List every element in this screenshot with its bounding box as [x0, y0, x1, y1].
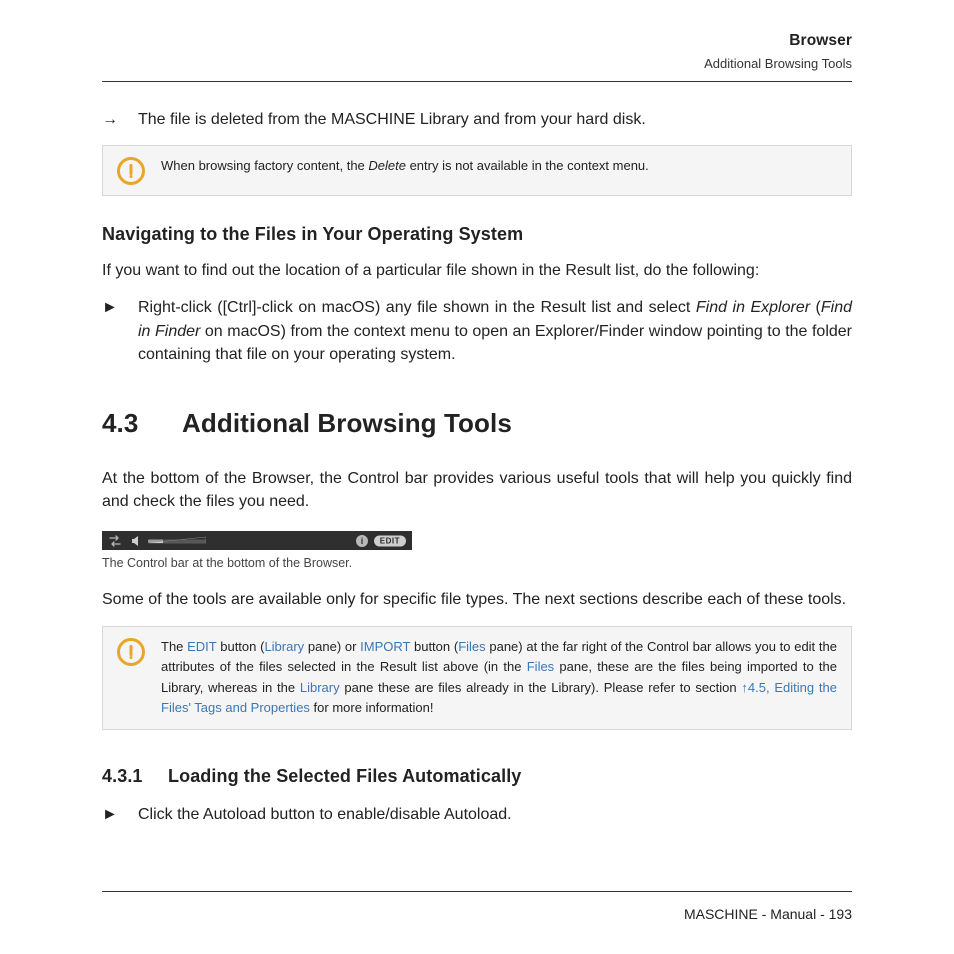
autoload-icon [108, 535, 122, 547]
warning-icon [117, 638, 145, 666]
callout-edit: The EDIT button (Library pane) or IMPORT… [102, 626, 852, 730]
info-icon: i [356, 535, 368, 547]
sec43-p1: At the bottom of the Browser, the Contro… [102, 467, 852, 513]
link-library-1[interactable]: Library [264, 639, 304, 654]
result-text: The file is deleted from the MASCHINE Li… [138, 108, 852, 131]
section-title: Loading the Selected Files Automatically [168, 766, 521, 786]
speaker-icon [130, 535, 142, 547]
section-number: 4.3 [102, 408, 182, 439]
nav-step: ► Right-click ([Ctrl]-click on macOS) an… [102, 296, 852, 366]
nav-intro: If you want to find out the location of … [102, 259, 852, 282]
heading-4-3: 4.3Additional Browsing Tools [102, 408, 852, 439]
link-edit[interactable]: EDIT [187, 639, 216, 654]
edit-button: EDIT [374, 535, 406, 546]
page-header: Browser Additional Browsing Tools [102, 32, 852, 71]
page-footer: MASCHINE - Manual - 193 [102, 891, 852, 922]
sec43-p2: Some of the tools are available only for… [102, 588, 852, 611]
nav-step-text: Right-click ([Ctrl]-click on macOS) any … [138, 296, 852, 366]
callout-delete: When browsing factory content, the Delet… [102, 145, 852, 196]
step-marker-icon: ► [102, 803, 138, 826]
link-files-1[interactable]: Files [458, 639, 485, 654]
result-line: → The file is deleted from the MASCHINE … [102, 108, 852, 131]
footer-rule [102, 891, 852, 892]
callout-edit-text: The EDIT button (Library pane) or IMPORT… [161, 637, 837, 719]
header-title: Browser [102, 32, 852, 50]
heading-4-3-1: 4.3.1Loading the Selected Files Automati… [102, 766, 852, 787]
callout-delete-text: When browsing factory content, the Delet… [161, 156, 649, 177]
control-bar-caption: The Control bar at the bottom of the Bro… [102, 556, 852, 570]
section-number: 4.3.1 [102, 766, 168, 787]
volume-slider [148, 537, 206, 545]
heading-navigating: Navigating to the Files in Your Operatin… [102, 224, 852, 245]
sec431-step-text: Click the Autoload button to enable/disa… [138, 803, 852, 826]
control-bar: i EDIT [102, 531, 412, 550]
step-marker-icon: ► [102, 296, 138, 366]
header-rule [102, 81, 852, 82]
sec431-step: ► Click the Autoload button to enable/di… [102, 803, 852, 826]
footer-text: MASCHINE - Manual - 193 [102, 906, 852, 922]
warning-icon [117, 157, 145, 185]
header-subtitle: Additional Browsing Tools [102, 56, 852, 71]
link-files-2[interactable]: Files [527, 659, 554, 674]
section-title: Additional Browsing Tools [182, 408, 512, 438]
link-library-2[interactable]: Library [300, 680, 340, 695]
control-bar-figure: i EDIT The Control bar at the bottom of … [102, 531, 852, 570]
result-arrow-icon: → [102, 108, 138, 131]
link-import[interactable]: IMPORT [360, 639, 410, 654]
